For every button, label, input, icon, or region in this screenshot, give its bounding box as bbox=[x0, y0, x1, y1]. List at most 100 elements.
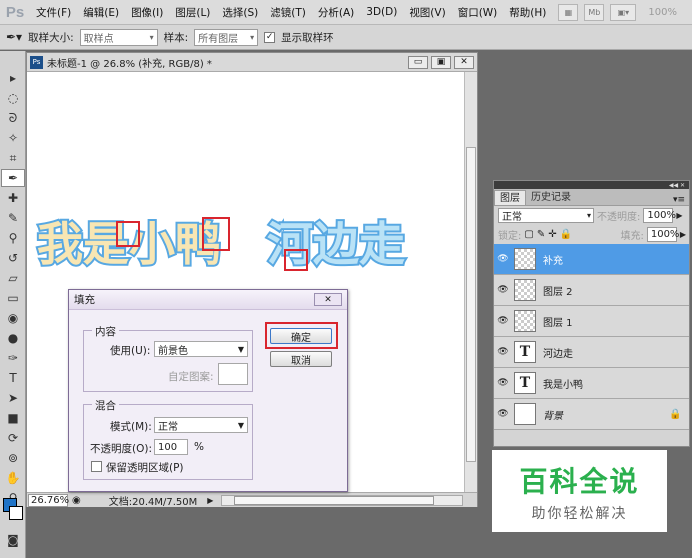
dodge-tool-icon[interactable]: ● bbox=[1, 329, 25, 347]
horizontal-scrollbar-thumb[interactable] bbox=[234, 495, 435, 505]
vertical-scrollbar-thumb[interactable] bbox=[466, 147, 476, 462]
eyedropper-tool-icon[interactable]: ✒ bbox=[1, 169, 25, 187]
history-brush-tool-icon[interactable]: ↺ bbox=[1, 249, 25, 267]
layer-blend-mode-select[interactable]: 正常 ▾ bbox=[498, 208, 594, 223]
3d-orbit-tool-icon[interactable]: ⊚ bbox=[1, 449, 25, 467]
lock-all-icon[interactable]: 🔒 bbox=[560, 229, 572, 240]
lock-image-icon[interactable]: ✎ bbox=[537, 229, 545, 240]
eraser-tool-icon[interactable]: ▱ bbox=[1, 269, 25, 287]
layer-name: 我是小鸭 bbox=[543, 379, 583, 391]
chevron-down-icon: ▾ bbox=[586, 211, 591, 220]
layer-thumbnail bbox=[514, 403, 536, 425]
cancel-button[interactable]: 取消 bbox=[270, 351, 332, 367]
maximize-button[interactable]: ▣ bbox=[431, 55, 451, 69]
status-info-icon[interactable]: ◉ bbox=[72, 495, 81, 506]
menu-filter[interactable]: 滤镜(T) bbox=[264, 5, 312, 20]
hand-tool-icon[interactable]: ✋ bbox=[1, 469, 25, 487]
custom-pattern-picker[interactable] bbox=[218, 363, 248, 385]
blur-tool-icon[interactable]: ◉ bbox=[1, 309, 25, 327]
shape-tool-icon[interactable]: ■ bbox=[1, 409, 25, 427]
eye-icon[interactable]: 👁 bbox=[494, 254, 512, 264]
tab-history[interactable]: 历史记录 bbox=[526, 190, 576, 205]
background-color-swatch[interactable] bbox=[9, 506, 23, 520]
layer-row[interactable]: 👁 图层 2 bbox=[494, 275, 689, 306]
layer-opacity-input[interactable]: 100% bbox=[643, 208, 676, 223]
menu-3d[interactable]: 3D(D) bbox=[360, 6, 403, 18]
lock-position-icon[interactable]: ✛ bbox=[548, 229, 556, 240]
blending-group-title: 混合 bbox=[92, 398, 119, 413]
sample-select[interactable]: 所有图层 ▾ bbox=[194, 28, 259, 46]
magic-wand-tool-icon[interactable]: ✧ bbox=[1, 129, 25, 147]
eyedropper-icon[interactable]: ✒▾ bbox=[6, 30, 22, 44]
menu-edit[interactable]: 编辑(E) bbox=[77, 5, 125, 20]
zoom-field[interactable]: 26.76% bbox=[28, 493, 69, 507]
document-title-bar[interactable]: Ps 未标题-1 @ 26.8% (补充, RGB/8) * ▭ ▣ ✕ bbox=[27, 53, 477, 72]
menu-file[interactable]: 文件(F) bbox=[30, 5, 77, 20]
bridge-button[interactable]: ▦ bbox=[558, 3, 579, 21]
show-ring-checkbox[interactable]: ✓ bbox=[264, 31, 276, 43]
opacity-input[interactable]: 100 bbox=[154, 439, 188, 455]
eye-icon[interactable]: 👁 bbox=[494, 409, 512, 419]
quick-mask-icon[interactable]: ◙ bbox=[1, 531, 25, 549]
stamp-tool-icon[interactable]: ⚲ bbox=[1, 229, 25, 247]
marquee-tool-icon[interactable]: ◌ bbox=[1, 89, 25, 107]
brush-tool-icon[interactable]: ✎ bbox=[1, 209, 25, 227]
fill-label: 填充: bbox=[620, 231, 644, 242]
layer-row[interactable]: 👁 图层 1 bbox=[494, 306, 689, 337]
opacity-arrow-icon[interactable]: ▶ bbox=[676, 211, 682, 220]
eye-icon[interactable]: 👁 bbox=[494, 316, 512, 326]
panel-menu-icon[interactable]: ▾≡ bbox=[673, 195, 689, 205]
opacity-unit: % bbox=[194, 441, 204, 453]
layer-fill-input[interactable]: 100% bbox=[646, 227, 679, 242]
arrange-docs-button[interactable]: ▣▾ bbox=[610, 3, 637, 21]
path-selection-tool-icon[interactable]: ➤ bbox=[1, 389, 25, 407]
menu-analysis[interactable]: 分析(A) bbox=[312, 5, 360, 20]
menu-image[interactable]: 图像(I) bbox=[125, 5, 169, 20]
menu-window[interactable]: 窗口(W) bbox=[452, 5, 504, 20]
crop-tool-icon[interactable]: ⌗ bbox=[1, 149, 25, 167]
chevron-down-icon: ▼ bbox=[237, 420, 244, 430]
zoom-level[interactable]: 100% bbox=[648, 7, 677, 18]
gradient-tool-icon[interactable]: ▭ bbox=[1, 289, 25, 307]
eye-icon[interactable]: 👁 bbox=[494, 378, 512, 388]
pen-tool-icon[interactable]: ✑ bbox=[1, 349, 25, 367]
type-tool-icon[interactable]: T bbox=[1, 369, 25, 387]
fill-arrow-icon[interactable]: ▶ bbox=[680, 230, 689, 239]
close-button[interactable]: ✕ bbox=[454, 55, 474, 69]
document-info[interactable]: 文档:20.4M/7.50M bbox=[109, 493, 198, 508]
move-tool-icon[interactable]: ▸ bbox=[1, 69, 25, 87]
eye-icon[interactable]: 👁 bbox=[494, 285, 512, 295]
menu-select[interactable]: 选择(S) bbox=[216, 5, 264, 20]
horizontal-scrollbar[interactable] bbox=[221, 494, 463, 506]
contents-group-title: 内容 bbox=[92, 324, 119, 339]
dialog-close-button[interactable]: ✕ bbox=[314, 293, 342, 306]
layer-name: 河边走 bbox=[543, 348, 573, 360]
3d-rotate-tool-icon[interactable]: ⟳ bbox=[1, 429, 25, 447]
layer-row[interactable]: 👁 T 河边走 bbox=[494, 337, 689, 368]
layer-row[interactable]: 👁 T 我是小鸭 bbox=[494, 368, 689, 399]
lasso-tool-icon[interactable]: ᘐ bbox=[1, 109, 25, 127]
show-ring-label: 显示取样环 bbox=[281, 31, 334, 44]
fill-dialog-title[interactable]: 填充 bbox=[69, 290, 347, 310]
sample-label: 样本: bbox=[163, 31, 189, 44]
panel-collapse-bar[interactable]: ◀◀ ✕ bbox=[494, 181, 689, 189]
use-select[interactable]: 前景色 ▼ bbox=[154, 341, 248, 357]
eye-icon[interactable]: 👁 bbox=[494, 347, 512, 357]
tab-layers[interactable]: 图层 bbox=[494, 190, 526, 205]
art-text-ducky: 我是小鸭 bbox=[37, 217, 221, 271]
lock-transparent-icon[interactable]: ▢ bbox=[524, 229, 533, 240]
healing-brush-tool-icon[interactable]: ✚ bbox=[1, 189, 25, 207]
vertical-scrollbar[interactable] bbox=[464, 72, 477, 492]
layer-row[interactable]: 👁 背景 🔒 bbox=[494, 399, 689, 430]
menu-help[interactable]: 帮助(H) bbox=[503, 5, 552, 20]
status-menu-arrow-icon[interactable]: ▶ bbox=[207, 496, 213, 505]
layer-row[interactable]: 👁 补充 bbox=[494, 244, 689, 275]
mini-bridge-button[interactable]: Mb bbox=[584, 3, 605, 21]
sample-size-select[interactable]: 取样点 ▾ bbox=[79, 28, 158, 46]
menu-layer[interactable]: 图层(L) bbox=[169, 5, 216, 20]
minimize-button[interactable]: ▭ bbox=[408, 55, 428, 69]
toolbox: ▸ ◌ ᘐ ✧ ⌗ ✒ ✚ ✎ ⚲ ↺ ▱ ▭ ◉ ● ✑ T ➤ ■ ⟳ ⊚ … bbox=[0, 51, 26, 558]
menu-view[interactable]: 视图(V) bbox=[403, 5, 451, 20]
mode-select[interactable]: 正常 ▼ bbox=[154, 417, 248, 433]
preserve-transparency-checkbox[interactable] bbox=[91, 461, 102, 472]
